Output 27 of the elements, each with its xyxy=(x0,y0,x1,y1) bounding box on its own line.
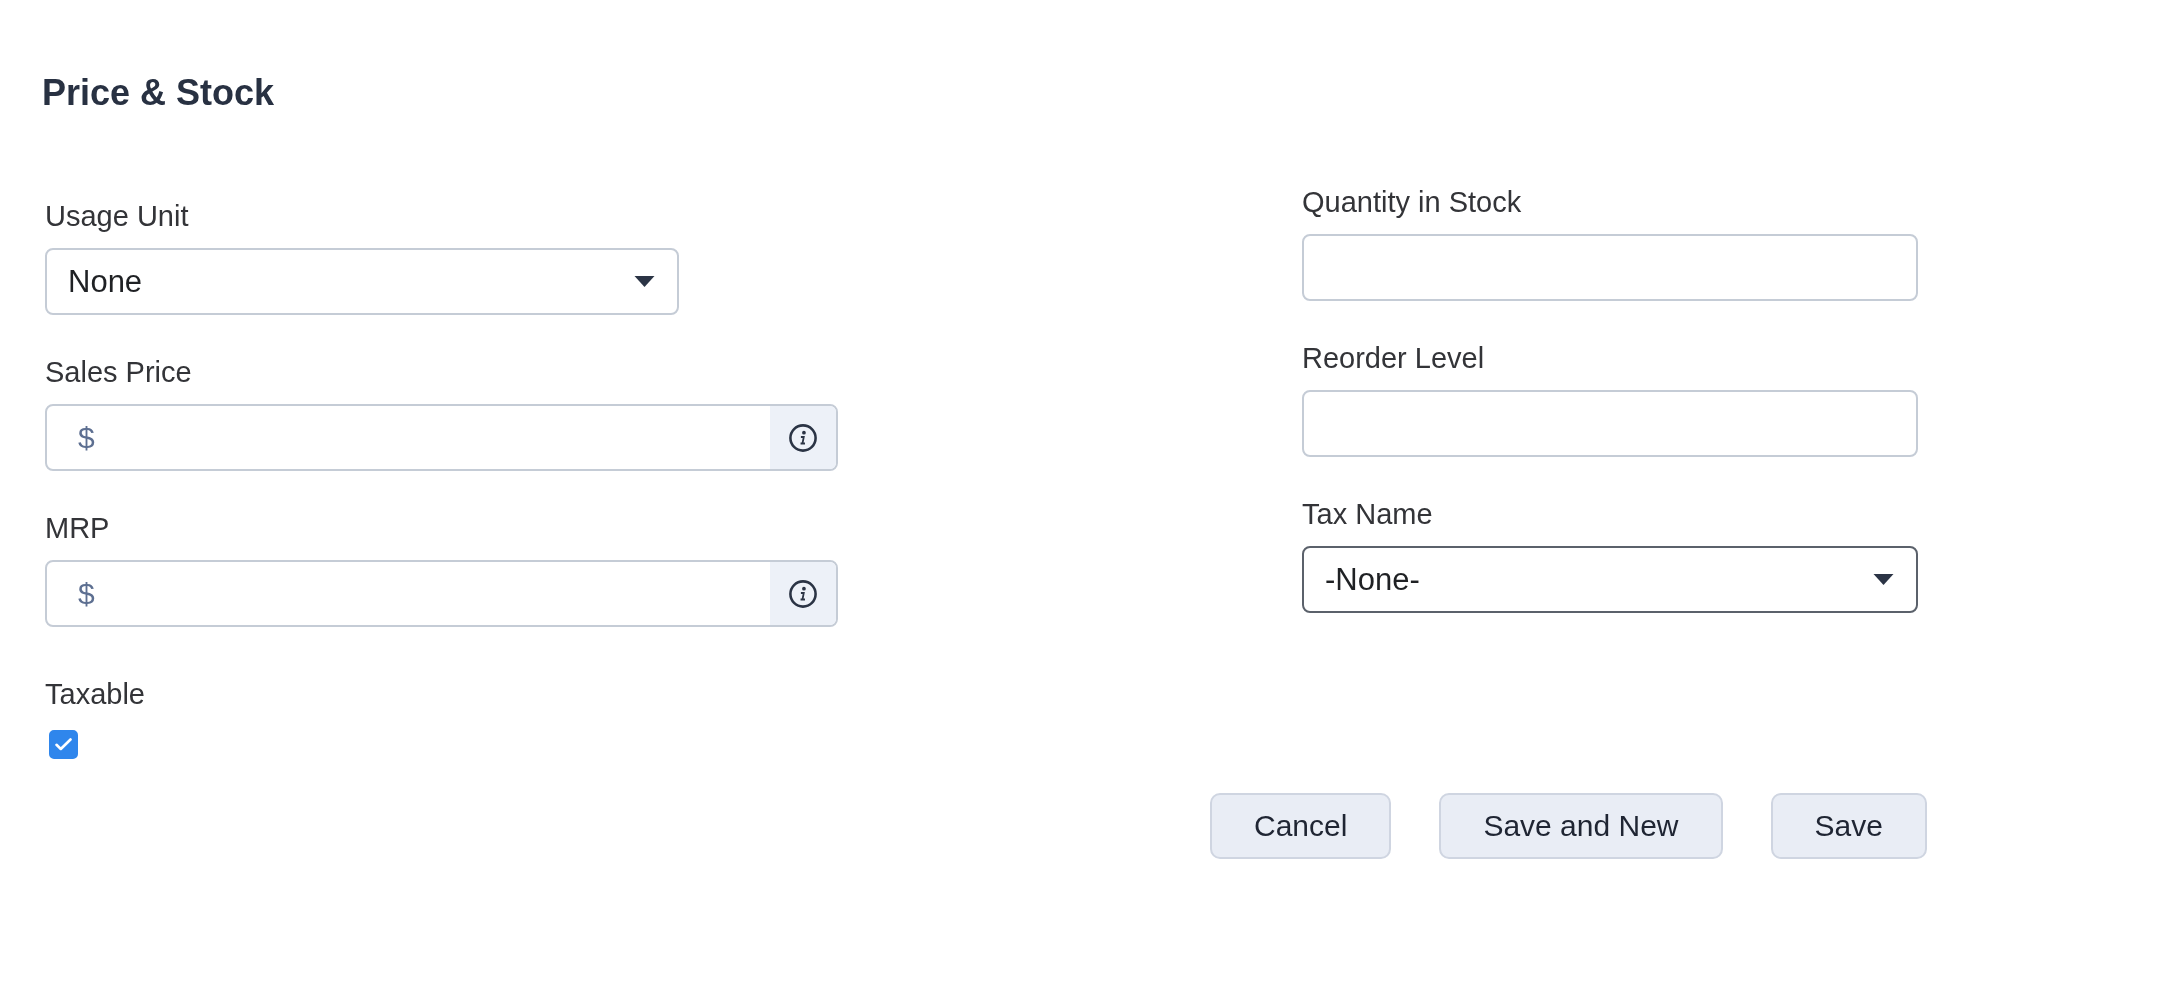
field-label: Tax Name xyxy=(1302,497,1433,531)
currency-prefix: $ xyxy=(77,420,95,455)
info-button[interactable] xyxy=(770,562,836,625)
field-label: Usage Unit xyxy=(45,199,189,233)
dropdown-select[interactable]: -None- xyxy=(1302,546,1918,613)
currency-input-field[interactable]: $ xyxy=(45,404,838,471)
field-label: Quantity in Stock xyxy=(1302,185,1522,219)
checkbox[interactable] xyxy=(49,730,78,759)
section-title: Price & Stock xyxy=(42,71,275,115)
text-input-field[interactable] xyxy=(1302,390,1918,457)
dropdown-select[interactable]: None xyxy=(45,248,679,315)
text-input-field[interactable] xyxy=(1302,234,1918,301)
caret-down-icon xyxy=(1873,574,1894,585)
info-button[interactable] xyxy=(770,406,836,469)
field-label: Sales Price xyxy=(45,355,192,389)
currency-input-field[interactable]: $ xyxy=(45,560,838,627)
action-button[interactable]: Cancel xyxy=(1210,793,1392,859)
field-label: MRP xyxy=(45,511,110,545)
caret-down-icon xyxy=(634,276,655,287)
info-icon xyxy=(789,579,817,608)
currency-prefix: $ xyxy=(77,576,95,611)
info-icon xyxy=(789,423,817,452)
checkmark-icon xyxy=(55,738,72,751)
field-label: Taxable xyxy=(45,677,145,711)
action-button[interactable]: Save and New xyxy=(1439,793,1723,859)
field-label: Reorder Level xyxy=(1302,341,1485,375)
action-button[interactable]: Save xyxy=(1770,793,1927,859)
